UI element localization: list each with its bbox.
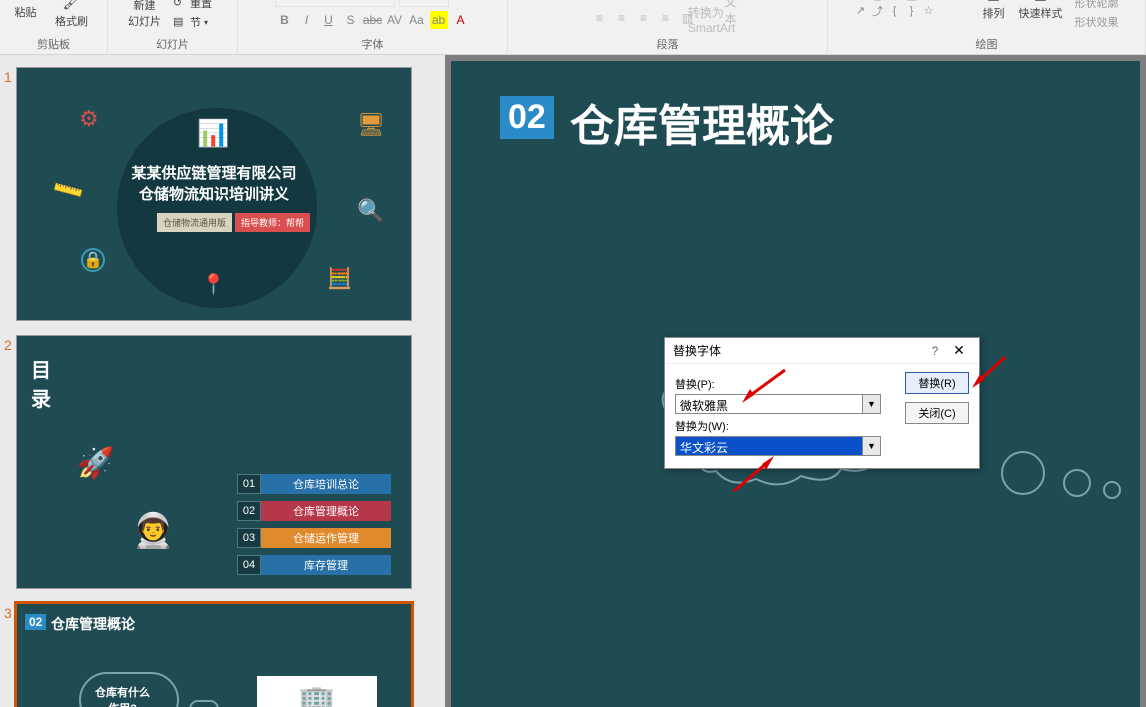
slide3-num: 02 bbox=[25, 614, 46, 630]
shape-gallery[interactable]: ▭▢○△◇⬠ ↘↗⤴{}☆ bbox=[853, 0, 973, 18]
slide1-title: 某某供应链管理有限公司 仓储物流知识培训讲义 bbox=[17, 163, 411, 205]
dialog-title: 替换字体 bbox=[673, 342, 923, 359]
font-color-button[interactable]: A bbox=[451, 11, 471, 29]
annotation-arrow bbox=[740, 365, 790, 405]
slides-group-label: 幻灯片 bbox=[156, 33, 189, 55]
strike-button[interactable]: abc bbox=[363, 11, 383, 29]
thumb-slide-3[interactable]: 02 仓库管理概论 仓库有什么 作用? 🏢 bbox=[16, 603, 412, 707]
astronaut-icon: 👨‍🚀 bbox=[132, 511, 174, 551]
thumb-wrap-3[interactable]: 3 02 仓库管理概论 仓库有什么 作用? 🏢 bbox=[0, 603, 445, 707]
building-icon: 🏢 bbox=[257, 676, 377, 707]
section-button[interactable]: ▤节▾ bbox=[171, 13, 221, 31]
dropdown-arrow-icon[interactable]: ▼ bbox=[862, 437, 880, 455]
monitor-icon: 🖥 bbox=[357, 112, 385, 138]
ribbon: 📋 粘贴 📄复制▾ 🖌格式刷 剪贴板 ▦ 新建 幻灯片 ▦版式▾ ↺重置 ▤节▾… bbox=[0, 0, 1146, 55]
lock-icon: 🔒 bbox=[81, 248, 105, 272]
drawing-group-label: 绘图 bbox=[976, 33, 998, 55]
align-center-button[interactable]: ≡ bbox=[612, 9, 632, 27]
dialog-titlebar[interactable]: 替换字体 ? ✕ bbox=[665, 338, 979, 364]
align-left-button[interactable]: ≡ bbox=[590, 9, 610, 27]
replace-with-combo[interactable]: 华文彩云 ▼ bbox=[675, 436, 881, 456]
dropdown-arrow-icon[interactable]: ▼ bbox=[862, 395, 880, 413]
indent-dec-button[interactable]: ◀≡ bbox=[634, 0, 654, 1]
close-button[interactable]: ✕ bbox=[947, 342, 971, 359]
line-spacing-button[interactable]: ↕≡ bbox=[678, 0, 698, 1]
slide-number-badge: 02 bbox=[500, 96, 554, 139]
thumb-slide-2[interactable]: 目 录 🚀 👨‍🚀 01仓库培训总论 02仓库管理概论 03仓储运作管理 04库… bbox=[16, 335, 412, 589]
thumb-slide-1[interactable]: 📊 ⚙ 🖥 📏 🔍 🔒 🧮 📍 某某供应链管理有限公司 仓储物流知识培训讲义 仓… bbox=[16, 67, 412, 321]
thumb-number: 3 bbox=[4, 603, 16, 707]
highlight-button[interactable]: ab bbox=[429, 11, 449, 29]
clipboard-group-label: 剪贴板 bbox=[37, 33, 70, 55]
slide-title: 仓库管理概论 bbox=[570, 90, 834, 154]
smartart-button[interactable]: 转换为 SmartArt bbox=[700, 9, 724, 29]
shadow-button[interactable]: S bbox=[341, 11, 361, 29]
italic-button[interactable]: I bbox=[297, 11, 317, 29]
format-painter-button[interactable]: 🖌格式刷 bbox=[46, 0, 96, 31]
bullets-button[interactable]: ⋮≡ bbox=[590, 0, 610, 1]
location-icon: 📍 bbox=[201, 272, 226, 297]
slide2-heading: 目 录 bbox=[31, 354, 51, 412]
rocket-icon: 🚀 bbox=[77, 446, 114, 481]
calculator-icon: 🧮 bbox=[327, 266, 352, 291]
underline-button[interactable]: U bbox=[319, 11, 339, 29]
thumb-wrap-1[interactable]: 1 📊 ⚙ 🖥 📏 🔍 🔒 🧮 📍 某某供应链管理有限公司 仓储物流知识培训讲义… bbox=[0, 67, 445, 321]
arrange-button[interactable]: ▦排列 bbox=[979, 0, 1009, 23]
bold-button[interactable]: B bbox=[275, 11, 295, 29]
annotation-arrow bbox=[970, 352, 1010, 392]
gear-icon: ⚙ bbox=[79, 106, 99, 132]
paste-button[interactable]: 📋 粘贴 bbox=[10, 0, 40, 22]
badge-1: 仓储物流通用版 bbox=[157, 213, 232, 232]
close-dialog-button[interactable]: 关闭(C) bbox=[905, 402, 969, 424]
replace-with-value[interactable]: 华文彩云 bbox=[676, 437, 862, 455]
reset-button[interactable]: ↺重置 bbox=[171, 0, 221, 12]
paragraph-group-label: 段落 bbox=[657, 33, 679, 55]
slide3-title: 仓库管理概论 bbox=[51, 614, 135, 634]
shape-outline-button[interactable]: 形状轮廓 bbox=[1073, 0, 1121, 12]
spacing-button[interactable]: AV bbox=[385, 11, 405, 29]
slide3-question: 仓库有什么 作用? bbox=[95, 684, 150, 707]
paste-label: 粘贴 bbox=[14, 4, 36, 20]
justify-button[interactable]: ≡ bbox=[656, 9, 676, 27]
quick-styles-button[interactable]: ◧快速样式 bbox=[1015, 0, 1067, 23]
text-direction-button[interactable]: ↕A bbox=[700, 0, 720, 1]
badge-2: 指导教师：帮帮 bbox=[235, 213, 310, 232]
thumb-wrap-2[interactable]: 2 目 录 🚀 👨‍🚀 01仓库培训总论 02仓库管理概论 03仓储运作管理 0… bbox=[0, 335, 445, 589]
replace-font-dialog: 替换字体 ? ✕ 替换(P): 微软雅黑 ▼ 替换为(W): 华文彩云 ▼ 替换… bbox=[664, 337, 980, 469]
replace-button[interactable]: 替换(R) bbox=[905, 372, 969, 394]
align-right-button[interactable]: ≡ bbox=[634, 9, 654, 27]
shape-effects-button[interactable]: 形状效果 bbox=[1073, 13, 1121, 31]
font-tools: B I U S abc AV Aa ab A bbox=[275, 9, 471, 31]
new-slide-button[interactable]: ▦ 新建 幻灯片 bbox=[124, 0, 165, 31]
help-button[interactable]: ? bbox=[923, 344, 947, 358]
case-button[interactable]: Aa bbox=[407, 11, 427, 29]
thumb-number: 2 bbox=[4, 335, 16, 589]
annotation-arrow bbox=[726, 456, 776, 496]
slide-thumbnails-panel[interactable]: 1 📊 ⚙ 🖥 📏 🔍 🔒 🧮 📍 某某供应链管理有限公司 仓储物流知识培训讲义… bbox=[0, 55, 445, 707]
chart-icon: 📊 bbox=[197, 118, 229, 149]
thumb-number: 1 bbox=[4, 67, 16, 321]
numbering-button[interactable]: 1≡ bbox=[612, 0, 632, 1]
font-group-label: 字体 bbox=[362, 33, 384, 55]
indent-inc-button[interactable]: ≡▶ bbox=[656, 0, 676, 1]
